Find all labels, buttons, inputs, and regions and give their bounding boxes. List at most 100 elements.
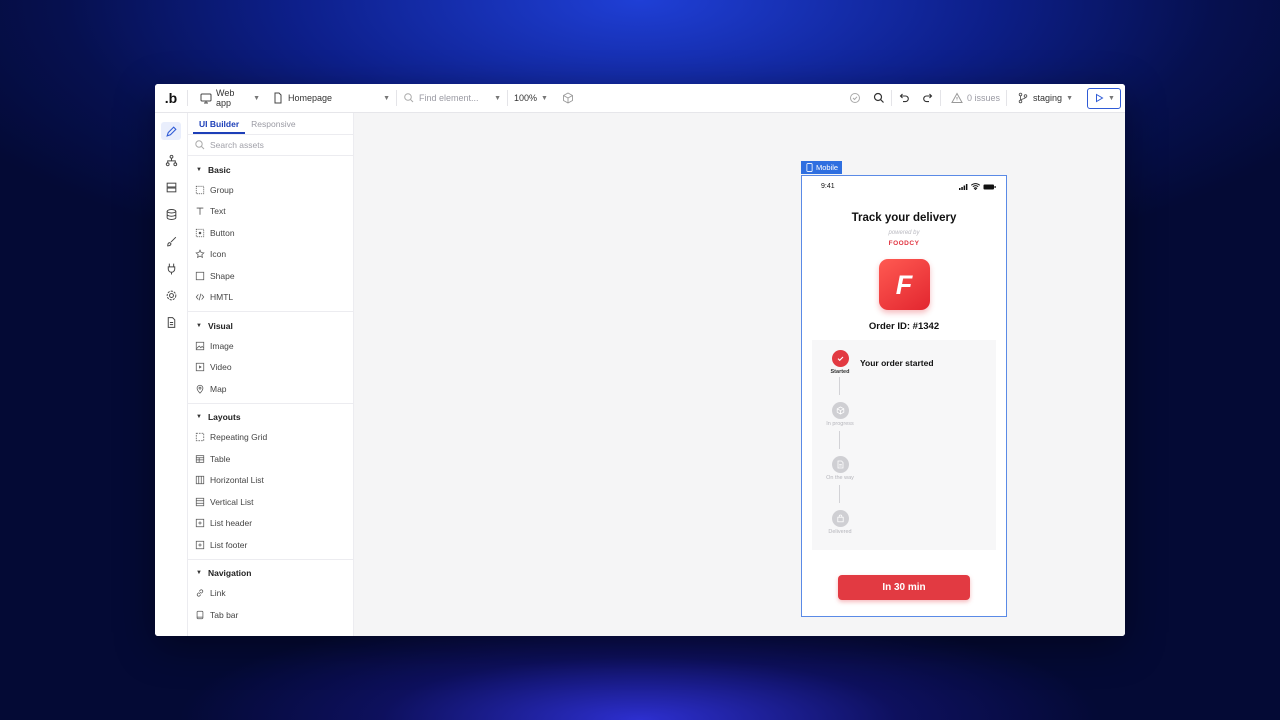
powered-by-text: powered by (888, 230, 920, 236)
asset-label: Map (210, 383, 227, 394)
asset-label: List footer (210, 539, 248, 550)
device-frame-name: Mobile (816, 163, 839, 172)
play-icon (1093, 92, 1105, 104)
asset-link[interactable]: Link (188, 583, 353, 605)
section-visual: ▼ Visual Image Video Map (188, 312, 353, 404)
assets-search-placeholder: Search assets (210, 140, 264, 150)
asset-label: Horizontal List (210, 475, 264, 486)
asset-list-header[interactable]: List header (188, 513, 353, 535)
undo-button[interactable] (892, 88, 916, 108)
assets-panel: UI Builder Responsive Search assets ▼ Bas… (188, 113, 354, 636)
section-header[interactable]: ▼ Navigation (188, 564, 353, 583)
page-dropdown[interactable]: Homepage ▼ (266, 88, 396, 108)
tree-structure-icon[interactable] (164, 153, 178, 167)
device-frame-label[interactable]: Mobile (801, 161, 843, 174)
asset-repeating-grid[interactable]: Repeating Grid (188, 427, 353, 449)
document-icon (831, 456, 849, 473)
branch-dropdown[interactable]: staging ▼ (1011, 88, 1079, 108)
asset-button[interactable]: Button (188, 222, 353, 244)
app-type-label: Web app (216, 88, 235, 108)
settings-icon[interactable] (164, 288, 178, 302)
battery-icon (983, 184, 996, 192)
step-connector (839, 377, 840, 395)
preview-run-button[interactable]: ▼ (1087, 87, 1121, 109)
tab-ui-builder[interactable]: UI Builder (193, 113, 246, 134)
toolbar-right: 0 issues staging ▼ ▼ (843, 84, 1125, 112)
search-button[interactable] (867, 88, 891, 108)
section-navigation: ▼ Navigation Link Tab bar (188, 560, 353, 629)
asset-image[interactable]: Image (188, 335, 353, 357)
asset-tab-bar[interactable]: Tab bar (188, 604, 353, 626)
text-icon (194, 205, 206, 217)
issues-button[interactable]: 0 issues (945, 88, 1006, 108)
plug-icon[interactable] (164, 261, 178, 275)
chevron-down-icon: ▼ (253, 94, 260, 102)
rail-design-button[interactable] (161, 122, 181, 140)
design-canvas[interactable]: Mobile 9:41 Track your delivery powered … (354, 113, 1125, 636)
3d-view-button[interactable] (556, 88, 580, 108)
search-icon (403, 92, 415, 104)
chevron-down-icon: ▼ (494, 94, 501, 102)
asset-label: Group (210, 184, 234, 195)
asset-list-footer[interactable]: List footer (188, 534, 353, 556)
asset-label: Text (210, 206, 226, 217)
section-header[interactable]: ▼ Layouts (188, 408, 353, 427)
asset-vertical-list[interactable]: Vertical List (188, 491, 353, 513)
caret-down-icon: ▼ (196, 322, 202, 329)
asset-table[interactable]: Table (188, 448, 353, 470)
divider (1006, 90, 1008, 106)
step-in-progress: In progress (812, 402, 868, 427)
order-id: Order ID: #1342 (868, 321, 940, 332)
table-icon (194, 453, 206, 465)
cube-icon (562, 92, 574, 104)
divider (940, 90, 941, 106)
section-header[interactable]: ▼ Visual (188, 316, 353, 335)
chevron-down-icon: ▼ (541, 94, 548, 102)
assets-search-input[interactable]: Search assets (188, 135, 353, 156)
caret-down-icon: ▼ (196, 166, 202, 173)
section-title: Visual (207, 320, 233, 331)
columns-icon (194, 474, 206, 486)
asset-horizontal-list[interactable]: Horizontal List (188, 470, 353, 492)
find-element-input[interactable]: Find element... ▼ (397, 88, 507, 108)
branch-label: staging (1033, 93, 1063, 103)
asset-html[interactable]: HMTL (188, 287, 353, 309)
asset-icon[interactable]: Icon (188, 244, 353, 266)
zoom-dropdown[interactable]: 100% ▼ (508, 88, 556, 108)
eta-button[interactable]: In 30 min (838, 575, 970, 600)
redo-button[interactable] (916, 88, 940, 108)
asset-label: HMTL (210, 292, 234, 303)
undo-icon (898, 92, 910, 104)
step-label: Started (830, 369, 850, 375)
caret-down-icon: ▼ (196, 414, 202, 420)
document-icon[interactable] (164, 315, 178, 329)
app-type-dropdown[interactable]: Web app ▼ (194, 88, 266, 108)
asset-video[interactable]: Video (188, 357, 353, 379)
asset-map[interactable]: Map (188, 378, 353, 400)
current-step-title: Your order started (860, 358, 934, 368)
check-status-button[interactable] (843, 88, 867, 108)
mobile-frame[interactable]: 9:41 Track your delivery powered by FOOD… (801, 175, 1007, 617)
brush-icon[interactable] (164, 234, 178, 248)
asset-group[interactable]: Group (188, 179, 353, 201)
status-bar: 9:41 (802, 176, 1006, 192)
chevron-down-icon: ▼ (1108, 94, 1115, 102)
check-circle-icon (849, 92, 861, 104)
section-title: Navigation (207, 568, 252, 578)
app-logo[interactable]: .b (155, 90, 187, 106)
button-icon (194, 227, 206, 239)
asset-label: List header (210, 518, 253, 529)
editor-window: .b Web app ▼ Homepage ▼ Find element... … (155, 84, 1125, 636)
tab-responsive[interactable]: Responsive (245, 113, 301, 134)
warning-icon (951, 92, 963, 104)
server-icon[interactable] (164, 180, 178, 194)
database-icon[interactable] (164, 207, 178, 221)
section-header[interactable]: ▼ Basic (188, 160, 353, 179)
asset-shape[interactable]: Shape (188, 265, 353, 287)
signal-icon (959, 183, 968, 192)
chevron-down-icon: ▼ (1066, 94, 1073, 102)
page-icon (272, 92, 284, 104)
screen-title: Track your delivery (851, 212, 957, 224)
asset-text[interactable]: Text (188, 201, 353, 223)
svg-text:F: F (896, 270, 914, 300)
